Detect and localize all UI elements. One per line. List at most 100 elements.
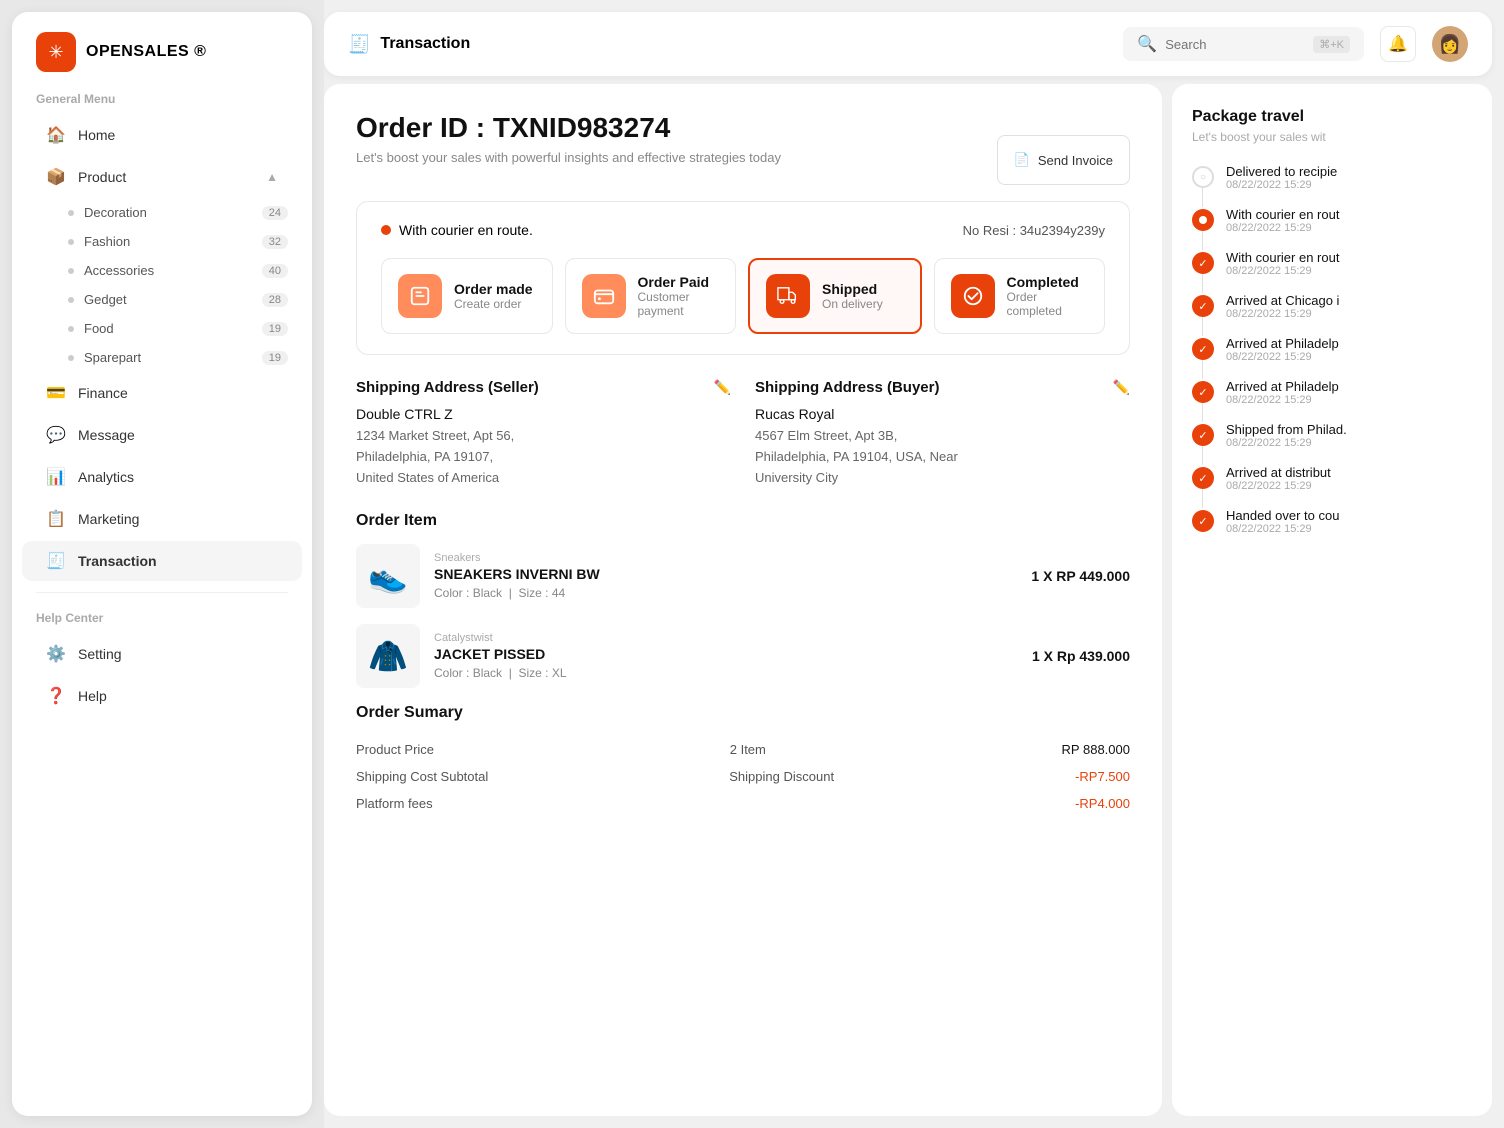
submenu-fashion[interactable]: Fashion 32 [32,227,312,256]
step-sub: Customer payment [638,290,720,318]
search-input[interactable] [1165,37,1305,52]
summary-value: -RP4.000 [1075,796,1130,811]
message-icon: 💬 [46,425,66,445]
invoice-icon: 📄 [1014,152,1030,168]
tl-icon-done: ✓ [1192,381,1214,403]
sidebar-item-transaction[interactable]: 🧾 Transaction [22,541,302,581]
item-image-2: 🧥 [356,624,420,688]
item-meta-2: Color : Black | Size : XL [434,666,1018,680]
sub-dot [68,355,74,361]
submenu-decoration[interactable]: Decoration 24 [32,198,312,227]
sidebar-item-label: Home [78,127,115,143]
sidebar-item-label: Setting [78,646,122,662]
buyer-name: Rucas Royal [755,406,1130,422]
timeline-item-0: ○ Delivered to recipie 08/22/2022 15:29 [1192,164,1472,207]
item-image-1: 👟 [356,544,420,608]
step-order-made: Order made Create order [381,258,553,334]
tl-icon-done: ✓ [1192,424,1214,446]
topbar-icon: 🧾 [348,34,370,55]
summary-row-2: Shipping Cost Subtotal Shipping Discount… [356,763,1130,790]
summary-label: Shipping Cost Subtotal [356,769,488,784]
tl-title: With courier en rout [1226,250,1339,265]
submenu-label: Fashion [84,234,130,249]
search-shortcut: ⌘+K [1313,36,1350,53]
submenu-badge: 40 [262,264,288,278]
summary-row-1: Product Price 2 Item RP 888.000 [356,736,1130,763]
tl-icon-done: ✓ [1192,338,1214,360]
seller-address-line1: 1234 Market Street, Apt 56, [356,426,731,447]
submenu-gedget[interactable]: Gedget 28 [32,285,312,314]
timeline-item-1: With courier en rout 08/22/2022 15:29 [1192,207,1472,250]
bell-button[interactable]: 🔔 [1380,26,1416,62]
sidebar-item-label: Marketing [78,511,139,527]
tl-title: Arrived at Philadelp [1226,336,1339,351]
main-panel: Order ID : TXNID983274 Let's boost your … [324,84,1162,1116]
item-price-1: 1 X RP 449.000 [1031,568,1130,584]
step-icon-completed [951,274,995,318]
tl-icon-loading: ○ [1192,166,1214,188]
step-title: Order made [454,281,533,297]
panel-subtitle: Let's boost your sales wit [1192,130,1472,144]
sidebar-item-label: Help [78,688,107,704]
content-area: Order ID : TXNID983274 Let's boost your … [324,84,1504,1128]
step-order-paid: Order Paid Customer payment [565,258,737,334]
tl-time: 08/22/2022 15:29 [1226,437,1347,449]
sidebar-item-help[interactable]: ❓ Help [22,676,302,716]
summary-title: Order Sumary [356,704,1130,722]
sidebar-item-marketing[interactable]: 📋 Marketing [22,499,302,539]
tl-title: Handed over to cou [1226,508,1339,523]
step-icon-order-paid [582,274,626,318]
item-category-2: Catalystwist [434,632,1018,644]
sub-dot [68,210,74,216]
item-name-2: JACKET PISSED [434,646,1018,662]
setting-icon: ⚙️ [46,644,66,664]
tl-icon-done: ✓ [1192,295,1214,317]
submenu-label: Gedget [84,292,127,307]
help-icon: ❓ [46,686,66,706]
submenu-accessories[interactable]: Accessories 40 [32,256,312,285]
item-name-1: SNEAKERS INVERNI BW [434,566,1017,582]
tl-time: 08/22/2022 15:29 [1226,265,1339,277]
order-item-title: Order Item [356,512,1130,530]
app-name: OPENSALES ® [86,43,206,61]
buyer-address-title: Shipping Address (Buyer) [755,379,939,396]
tracking-status: With courier en route. [381,222,533,238]
submenu-label: Food [84,321,114,336]
tl-icon-done: ✓ [1192,252,1214,274]
item-category-1: Sneakers [434,552,1017,564]
seller-address-card: Shipping Address (Seller) ✏️ Double CTRL… [356,379,731,488]
buyer-address-line3: University City [755,468,1130,489]
item-price-2: 1 X Rp 439.000 [1032,648,1130,664]
step-title: Order Paid [638,274,720,290]
timeline-item-3: ✓ Arrived at Chicago i 08/22/2022 15:29 [1192,293,1472,336]
chevron-up-icon: ▲ [266,170,278,184]
seller-address-line3: United States of America [356,468,731,489]
home-icon: 🏠 [46,125,66,145]
search-box[interactable]: 🔍 ⌘+K [1123,27,1364,61]
tl-title: Arrived at Chicago i [1226,293,1339,308]
sidebar-item-home[interactable]: 🏠 Home [22,115,302,155]
sidebar-item-product[interactable]: 📦 Product ▲ [22,157,302,197]
summary-row-3: Platform fees -RP4.000 [356,790,1130,817]
sidebar-item-label: Message [78,427,135,443]
shoe-icon: 👟 [368,557,408,595]
sidebar-item-setting[interactable]: ⚙️ Setting [22,634,302,674]
buyer-address-card: Shipping Address (Buyer) ✏️ Rucas Royal … [755,379,1130,488]
tl-time: 08/22/2022 15:29 [1226,308,1339,320]
submenu-label: Decoration [84,205,147,220]
sidebar-item-finance[interactable]: 💳 Finance [22,373,302,413]
buyer-edit-button[interactable]: ✏️ [1113,379,1130,396]
sidebar-item-analytics[interactable]: 📊 Analytics [22,457,302,497]
submenu-food[interactable]: Food 19 [32,314,312,343]
step-icon-order-made [398,274,442,318]
order-item-2: 🧥 Catalystwist JACKET PISSED Color : Bla… [356,624,1130,688]
tl-time: 08/22/2022 15:29 [1226,351,1339,363]
send-invoice-button[interactable]: 📄 Send Invoice [997,135,1130,185]
sidebar-item-message[interactable]: 💬 Message [22,415,302,455]
submenu-sparepart[interactable]: Sparepart 19 [32,343,312,372]
tl-time: 08/22/2022 15:29 [1226,222,1339,234]
tl-title: Arrived at Philadelp [1226,379,1339,394]
tl-icon-done: ✓ [1192,510,1214,532]
tl-time: 08/22/2022 15:29 [1226,480,1331,492]
seller-edit-button[interactable]: ✏️ [714,379,731,396]
